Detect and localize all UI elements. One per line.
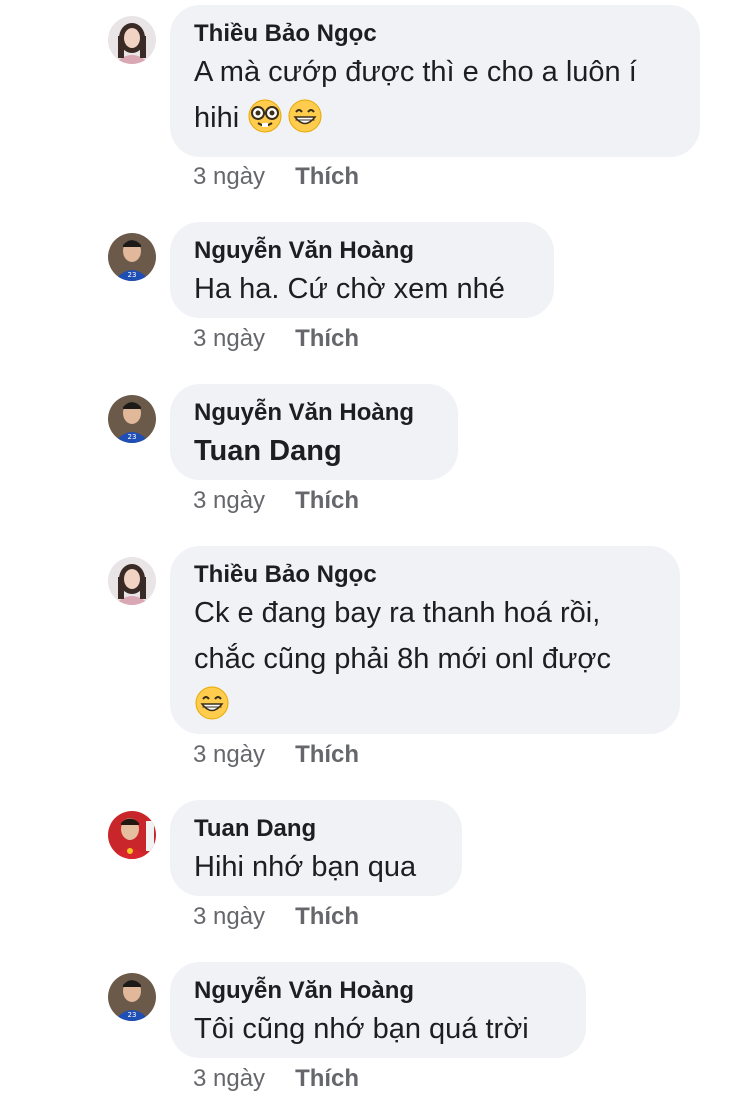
like-button[interactable]: Thích (295, 487, 359, 514)
comment-meta: 3 ngày Thích (193, 162, 359, 192)
comment-meta: 3 ngày Thích (193, 740, 359, 770)
comment-author[interactable]: Thiều Bảo Ngọc (194, 19, 676, 49)
tagged-user-link[interactable]: Tuan Dang (194, 428, 434, 474)
grinning-face-emoji-icon (287, 98, 323, 134)
like-button[interactable]: Thích (295, 325, 359, 352)
comment-meta: 3 ngày Thích (193, 902, 359, 932)
comment-bubble: Nguyễn Văn Hoàng Ha ha. Cứ chờ xem nhé (170, 222, 554, 318)
comment-text-line (194, 682, 656, 728)
comment-bubble: Thiều Bảo Ngọc Ck e đang bay ra thanh ho… (170, 546, 680, 734)
comment-text: hihi (194, 102, 240, 134)
comment-author[interactable]: Nguyễn Văn Hoàng (194, 398, 434, 428)
comment-author[interactable]: Nguyễn Văn Hoàng (194, 236, 530, 266)
grinning-face-emoji-icon (194, 685, 230, 721)
comment-timestamp[interactable]: 3 ngày (193, 325, 265, 352)
comment-meta: 3 ngày Thích (193, 486, 359, 516)
comment-meta: 3 ngày Thích (193, 1064, 359, 1094)
comment-author[interactable]: Nguyễn Văn Hoàng (194, 976, 562, 1006)
comment-text: Ck e đang bay ra thanh hoá rồi, (194, 597, 601, 629)
comment-timestamp[interactable]: 3 ngày (193, 163, 265, 190)
avatar[interactable]: 23 (108, 395, 156, 443)
comment-bubble: Thiều Bảo Ngọc A mà cướp được thì e cho … (170, 5, 700, 157)
like-button[interactable]: Thích (295, 1065, 359, 1092)
avatar[interactable]: 23 (108, 973, 156, 1021)
avatar[interactable]: 23 (108, 233, 156, 281)
comment-text-line: hihi (194, 95, 676, 141)
comment-meta: 3 ngày Thích (193, 324, 359, 354)
comment-text: Hihi nhớ bạn qua (194, 851, 417, 883)
comment-bubble: Tuan Dang Hihi nhớ bạn qua (170, 800, 462, 896)
like-button[interactable]: Thích (295, 741, 359, 768)
comment-timestamp[interactable]: 3 ngày (193, 741, 265, 768)
like-button[interactable]: Thích (295, 903, 359, 930)
comment-text: Ha ha. Cứ chờ xem nhé (194, 273, 505, 305)
like-button[interactable]: Thích (295, 163, 359, 190)
nerd-face-emoji-icon (247, 98, 283, 134)
comment-bubble: Nguyễn Văn Hoàng Tuan Dang (170, 384, 458, 480)
comment-text: A mà cướp được thì e cho a luôn í (194, 56, 637, 88)
avatar[interactable] (108, 811, 156, 859)
svg-text:23: 23 (128, 271, 137, 279)
comment-author[interactable]: Thiều Bảo Ngọc (194, 560, 656, 590)
comment-timestamp[interactable]: 3 ngày (193, 487, 265, 514)
svg-text:23: 23 (128, 1011, 137, 1019)
svg-text:23: 23 (128, 433, 137, 441)
comment-text: Tôi cũng nhớ bạn quá trời (194, 1013, 529, 1045)
avatar[interactable] (108, 16, 156, 64)
comment-bubble: Nguyễn Văn Hoàng Tôi cũng nhớ bạn quá tr… (170, 962, 586, 1058)
comment-text: chắc cũng phải 8h mới onl được (194, 643, 611, 675)
comment-author[interactable]: Tuan Dang (194, 814, 438, 844)
avatar[interactable] (108, 557, 156, 605)
comment-timestamp[interactable]: 3 ngày (193, 903, 265, 930)
comment-timestamp[interactable]: 3 ngày (193, 1065, 265, 1092)
